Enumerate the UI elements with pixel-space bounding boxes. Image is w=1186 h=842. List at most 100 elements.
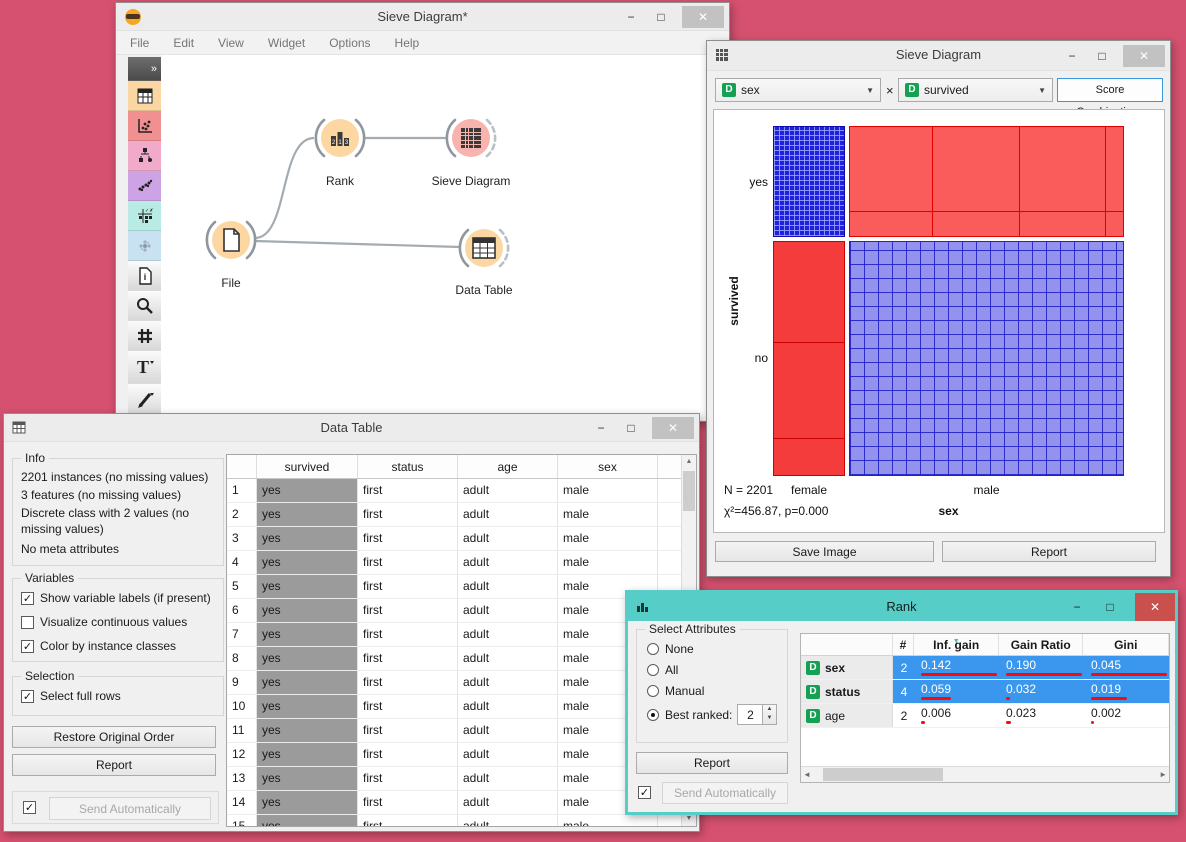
category-visualize-icon[interactable] bbox=[128, 111, 161, 141]
table-row[interactable]: 1 yes first adult male bbox=[227, 479, 696, 503]
rank-row-status[interactable]: Dstatus 4 0.059 0.032 0.019 bbox=[801, 680, 1169, 704]
cell-inf-gain[interactable]: 0.006 bbox=[915, 704, 1000, 727]
send-automatically-button[interactable]: Send Automatically bbox=[662, 782, 788, 804]
x-attribute-combo[interactable]: D sex ▼ bbox=[715, 78, 881, 102]
toolbar-expand-icon[interactable]: » bbox=[128, 57, 161, 81]
data-table-titlebar[interactable]: Data Table − □ ✕ bbox=[4, 414, 699, 442]
menu-help[interactable]: Help bbox=[395, 36, 420, 50]
category-data-icon[interactable] bbox=[128, 81, 161, 111]
maximize-icon[interactable]: □ bbox=[618, 418, 644, 438]
minimize-icon[interactable]: − bbox=[1064, 597, 1090, 617]
category-unsupervised-icon[interactable] bbox=[128, 231, 161, 261]
tool-zoom-icon[interactable] bbox=[128, 291, 161, 321]
cell-status[interactable]: first bbox=[358, 767, 458, 790]
cell-status[interactable]: first bbox=[358, 599, 458, 622]
spin-up-icon[interactable]: ▲ bbox=[763, 705, 776, 714]
cell-inf-gain[interactable]: 0.059 bbox=[915, 680, 1000, 703]
restore-original-order-button[interactable]: Restore Original Order bbox=[12, 726, 216, 748]
close-icon[interactable]: ✕ bbox=[1123, 45, 1165, 67]
cell-age[interactable]: adult bbox=[458, 743, 558, 766]
category-model-icon[interactable] bbox=[128, 141, 161, 171]
radio-icon[interactable] bbox=[647, 685, 659, 697]
menu-file[interactable]: File bbox=[130, 36, 149, 50]
cell-sex[interactable]: male bbox=[558, 527, 658, 550]
col-header-attr[interactable] bbox=[801, 634, 893, 655]
cell-status[interactable]: first bbox=[358, 503, 458, 526]
cell-gain-ratio[interactable]: 0.190 bbox=[1000, 656, 1085, 679]
cell-sex[interactable]: male bbox=[558, 551, 658, 574]
cell-gain-ratio[interactable]: 0.023 bbox=[1000, 704, 1085, 727]
spinbox-value[interactable]: 2 bbox=[738, 705, 763, 724]
cell-status[interactable]: first bbox=[358, 623, 458, 646]
scroll-up-icon[interactable]: ▲ bbox=[682, 455, 696, 469]
table-row[interactable]: 2 yes first adult male bbox=[227, 503, 696, 527]
rank-titlebar[interactable]: Rank − □ ✕ bbox=[628, 593, 1175, 621]
col-header-gini[interactable]: Gini bbox=[1083, 634, 1169, 655]
checkbox-select-full-rows[interactable]: ✓ Select full rows bbox=[21, 689, 121, 703]
canvas-titlebar[interactable]: Sieve Diagram* − □ ✕ bbox=[116, 3, 729, 31]
cell-gini[interactable]: 0.002 bbox=[1085, 704, 1170, 727]
sieve-cell-male-yes[interactable] bbox=[849, 126, 1124, 237]
table-row[interactable]: 15 yes first adult male bbox=[227, 815, 696, 827]
col-header-gain-ratio[interactable]: Gain Ratio bbox=[999, 634, 1084, 655]
cell-age[interactable]: adult bbox=[458, 791, 558, 814]
cell-survived[interactable]: yes bbox=[257, 815, 358, 827]
scroll-right-icon[interactable]: ► bbox=[1159, 768, 1167, 782]
minimize-icon[interactable]: − bbox=[618, 7, 644, 27]
cell-status[interactable]: first bbox=[358, 815, 458, 827]
checkbox-visualize-continuous[interactable]: Visualize continuous values bbox=[21, 615, 187, 629]
workflow-canvas[interactable]: 213 Rank Sieve Diagram bbox=[161, 55, 728, 420]
checkbox-color-by-class[interactable]: ✓ Color by instance classes bbox=[21, 639, 176, 653]
cell-status[interactable]: first bbox=[358, 575, 458, 598]
close-icon[interactable]: ✕ bbox=[682, 6, 724, 28]
cell-survived[interactable]: yes bbox=[257, 743, 358, 766]
minimize-icon[interactable]: − bbox=[588, 418, 614, 438]
cell-sex[interactable]: male bbox=[558, 815, 658, 827]
sieve-cell-female-yes[interactable] bbox=[773, 126, 845, 237]
menu-view[interactable]: View bbox=[218, 36, 244, 50]
close-icon[interactable]: ✕ bbox=[652, 417, 694, 439]
tool-info-icon[interactable]: i bbox=[128, 261, 161, 291]
cell-gain-ratio[interactable]: 0.032 bbox=[1000, 680, 1085, 703]
table-row[interactable]: 4 yes first adult male bbox=[227, 551, 696, 575]
radio-icon[interactable] bbox=[647, 643, 659, 655]
cell-status[interactable]: first bbox=[358, 671, 458, 694]
menu-edit[interactable]: Edit bbox=[173, 36, 194, 50]
cell-age[interactable]: adult bbox=[458, 767, 558, 790]
cell-survived[interactable]: yes bbox=[257, 479, 358, 502]
cell-age[interactable]: adult bbox=[458, 623, 558, 646]
cell-age[interactable]: adult bbox=[458, 815, 558, 827]
scroll-left-icon[interactable]: ◄ bbox=[803, 768, 811, 782]
checkbox-icon[interactable]: ✓ bbox=[21, 690, 34, 703]
cell-survived[interactable]: yes bbox=[257, 719, 358, 742]
menu-widget[interactable]: Widget bbox=[268, 36, 305, 50]
send-automatically-button[interactable]: Send Automatically bbox=[49, 797, 211, 820]
cell-age[interactable]: adult bbox=[458, 647, 558, 670]
tool-text-icon[interactable]: T bbox=[128, 351, 161, 384]
cell-gini[interactable]: 0.045 bbox=[1085, 656, 1170, 679]
menu-options[interactable]: Options bbox=[329, 36, 370, 50]
spinbox-arrows[interactable]: ▲ ▼ bbox=[762, 705, 776, 724]
checkbox-icon[interactable] bbox=[21, 616, 34, 629]
scrollbar-thumb[interactable] bbox=[823, 768, 943, 781]
cell-sex[interactable]: male bbox=[558, 503, 658, 526]
report-button[interactable]: Report bbox=[636, 752, 788, 774]
cell-age[interactable]: adult bbox=[458, 599, 558, 622]
cell-survived[interactable]: yes bbox=[257, 647, 358, 670]
scrollbar-thumb[interactable] bbox=[683, 471, 695, 511]
cell-status[interactable]: first bbox=[358, 743, 458, 766]
cell-gini[interactable]: 0.019 bbox=[1085, 680, 1170, 703]
cell-age[interactable]: adult bbox=[458, 695, 558, 718]
sieve-cell-female-no[interactable] bbox=[773, 241, 845, 476]
col-header-age[interactable]: age bbox=[458, 455, 558, 478]
close-icon[interactable]: ✕ bbox=[1135, 593, 1175, 621]
cell-age[interactable]: adult bbox=[458, 551, 558, 574]
score-combinations-button[interactable]: Score Combinations bbox=[1057, 78, 1163, 102]
rank-row-age[interactable]: Dage 2 0.006 0.023 0.002 bbox=[801, 704, 1169, 728]
checkbox-icon[interactable]: ✓ bbox=[21, 640, 34, 653]
node-data-table[interactable] bbox=[465, 229, 503, 267]
node-file[interactable] bbox=[212, 221, 250, 259]
maximize-icon[interactable]: □ bbox=[1089, 46, 1115, 66]
radio-icon[interactable] bbox=[647, 709, 659, 721]
cell-survived[interactable]: yes bbox=[257, 791, 358, 814]
